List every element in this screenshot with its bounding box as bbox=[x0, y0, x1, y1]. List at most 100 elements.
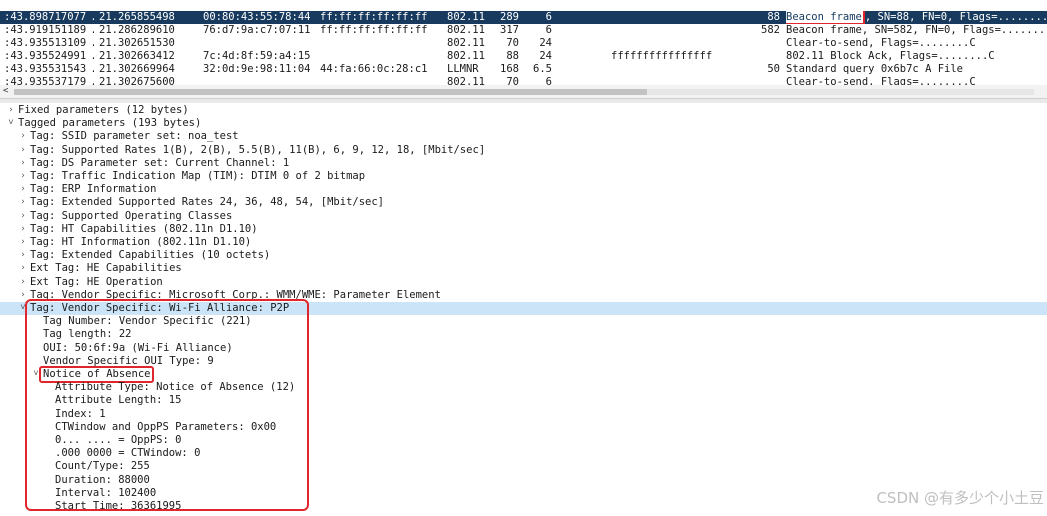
packet-relative-time-cell: 21.302669964 bbox=[99, 63, 175, 75]
packet-length-cell: 168 bbox=[500, 63, 519, 75]
packet-time-cell: :43.898717077 … bbox=[4, 11, 94, 23]
detail-tree-row[interactable]: ˅ Tag: Vendor Specific: Wi-Fi Alliance: P… bbox=[0, 302, 1047, 316]
detail-tree-label: Tag: Extended Supported Rates 24, 36, 48… bbox=[30, 196, 385, 209]
packet-column-7-cell: 24 bbox=[539, 37, 552, 49]
packet-row[interactable]: :43.935513109 … 21.302651530 802.11 70 24 Cle… bbox=[0, 37, 1047, 50]
detail-tree-label: Tagged parameters (193 bytes) bbox=[18, 117, 202, 130]
detail-tree-label: .000 0000 = CTWindow: 0 bbox=[55, 447, 201, 460]
detail-tree-row[interactable]: › Tag: HT Capabilities (802.11n D1.10) bbox=[0, 223, 1047, 236]
packet-length-cell: 70 bbox=[506, 37, 519, 49]
detail-tree-row[interactable]: › Tag: Vendor Specific: Microsoft Corp.: … bbox=[0, 289, 1047, 302]
collapsed-chevron-icon[interactable]: › bbox=[18, 130, 28, 143]
collapsed-chevron-icon[interactable]: › bbox=[18, 249, 28, 262]
packet-info-cell: 802.11 Block Ack, Flags=........C bbox=[786, 50, 1047, 63]
packet-info-text: , SN=88, FN=0, Flags=........C, BI= bbox=[864, 11, 1047, 23]
packet-column-7-cell: 6 bbox=[545, 11, 552, 23]
packet-source-cell: 32:0d:9e:98:11:04 bbox=[203, 63, 311, 75]
packet-destination-cell: 44:fa:66:0c:28:c1 bbox=[320, 63, 428, 75]
detail-tree-label: Fixed parameters (12 bytes) bbox=[18, 104, 189, 116]
detail-tree-row[interactable]: › Tag: Extended Capabilities (10 octets) bbox=[0, 249, 1047, 262]
scrollbar-thumb[interactable] bbox=[14, 89, 647, 95]
expanded-chevron-icon[interactable]: ˅ bbox=[6, 117, 16, 130]
detail-tree-label: Tag length: 22 bbox=[43, 328, 132, 341]
collapsed-chevron-icon[interactable]: › bbox=[6, 104, 16, 117]
collapsed-chevron-icon[interactable]: › bbox=[18, 157, 28, 170]
expanded-chevron-icon[interactable]: ˅ bbox=[18, 302, 28, 315]
packet-sequence-cell: 582 bbox=[761, 24, 780, 36]
collapsed-chevron-icon[interactable]: › bbox=[18, 144, 28, 157]
detail-tree-row[interactable]: Index: 1 bbox=[0, 408, 1047, 421]
detail-tree-row[interactable]: CTWindow and OppPS Parameters: 0x00 bbox=[0, 421, 1047, 434]
collapsed-chevron-icon[interactable]: › bbox=[18, 210, 28, 223]
packet-info-cell: Standard query 0x6b7c A File bbox=[786, 63, 1047, 76]
detail-tree-row[interactable]: ˅ Notice of Absence bbox=[0, 366, 1047, 384]
detail-tree-row[interactable]: › Ext Tag: HE Operation bbox=[0, 276, 1047, 289]
packet-column-7-cell: 6.5 bbox=[533, 63, 552, 75]
collapsed-chevron-icon[interactable]: › bbox=[18, 196, 28, 209]
detail-tree-row[interactable]: Tag length: 22 bbox=[0, 328, 1047, 341]
detail-tree-row[interactable]: › Ext Tag: HE Capabilities bbox=[0, 262, 1047, 275]
packet-time-cell: :43.935531543 … bbox=[4, 63, 94, 75]
packet-list-top-edge bbox=[0, 0, 1047, 11]
collapsed-chevron-icon[interactable]: › bbox=[18, 276, 28, 289]
detail-tree-label: Start Time: 36361995 bbox=[55, 500, 182, 512]
packet-info-cell: Clear-to-send, Flags=........C bbox=[786, 37, 1047, 50]
detail-tree-row[interactable]: ˅ Tagged parameters (193 bytes) bbox=[0, 117, 1047, 130]
detail-tree-row[interactable]: › Tag: SSID parameter set: noa_test bbox=[0, 130, 1047, 143]
packet-relative-time-cell: 21.265855498 bbox=[99, 11, 175, 23]
collapsed-chevron-icon[interactable]: › bbox=[18, 289, 28, 302]
detail-tree-row[interactable]: Attribute Type: Notice of Absence (12) bbox=[0, 381, 1047, 394]
packet-info-text: Clear-to-send, Flags=........C bbox=[786, 37, 976, 49]
detail-tree-label: Tag Number: Vendor Specific (221) bbox=[43, 315, 252, 328]
packet-sequence-cell bbox=[736, 50, 780, 63]
detail-tree-row[interactable]: Vendor Specific OUI Type: 9 bbox=[0, 355, 1047, 368]
packet-sequence-cell: 50 bbox=[767, 63, 780, 75]
packet-row[interactable]: :43.935524991 … 21.302663412 7c:4d:8f:59:a… bbox=[0, 50, 1047, 63]
detail-tree-row[interactable]: › Fixed parameters (12 bytes) bbox=[0, 104, 1047, 117]
detail-tree-label: Attribute Length: 15 bbox=[55, 394, 182, 407]
detail-tree-row[interactable]: OUI: 50:6f:9a (Wi-Fi Alliance) bbox=[0, 342, 1047, 355]
detail-tree-row[interactable]: › Tag: DS Parameter set: Current Channel:… bbox=[0, 157, 1047, 170]
detail-tree-row[interactable]: › Tag: ERP Information bbox=[0, 183, 1047, 196]
collapsed-chevron-icon[interactable]: › bbox=[18, 262, 28, 275]
packet-row[interactable]: :43.898717077 … 21.265855498 00:80:43:55:7… bbox=[0, 11, 1047, 24]
packet-sequence-cell: 88 bbox=[767, 11, 780, 23]
detail-tree-row[interactable]: Count/Type: 255 bbox=[0, 460, 1047, 473]
packet-info-cell: Beacon frame, SN=88, FN=0, Flags=.......… bbox=[786, 11, 1047, 24]
detail-tree-label: Tag: ERP Information bbox=[30, 183, 157, 196]
packet-sequence-cell bbox=[736, 37, 780, 50]
packet-list-horizontal-scrollbar[interactable]: < bbox=[0, 85, 1047, 98]
collapsed-chevron-icon[interactable]: › bbox=[18, 170, 28, 183]
detail-tree-row[interactable]: › Tag: Traffic Indication Map (TIM): DTIM… bbox=[0, 170, 1047, 183]
detail-tree-row[interactable]: Duration: 88000 bbox=[0, 474, 1047, 487]
collapsed-chevron-icon[interactable]: › bbox=[18, 223, 28, 236]
packet-time-cell: :43.935513109 … bbox=[4, 37, 94, 49]
packet-info-cell: Beacon frame, SN=582, FN=0, Flags=......… bbox=[786, 24, 1047, 37]
detail-tree-row[interactable]: Tag Number: Vendor Specific (221) bbox=[0, 315, 1047, 328]
packet-source-cell: 76:d7:9a:c7:07:11 bbox=[203, 24, 311, 36]
packet-source-cell: 00:80:43:55:78:44 bbox=[203, 11, 311, 23]
packet-row[interactable]: :43.935531543 … 21.302669964 32:0d:9e:98:1… bbox=[0, 63, 1047, 76]
packet-column-8-cell: ffffffffffffffff bbox=[611, 50, 713, 62]
collapsed-chevron-icon[interactable]: › bbox=[18, 236, 28, 249]
packet-time-cell: :43.935524991 … bbox=[4, 50, 94, 62]
packet-length-cell: 317 bbox=[500, 24, 519, 36]
collapsed-chevron-icon[interactable]: › bbox=[18, 183, 28, 196]
detail-tree-row[interactable]: Attribute Length: 15 bbox=[0, 394, 1047, 407]
watermark: CSDN @有多少个小土豆 bbox=[876, 489, 1044, 507]
packet-row[interactable]: :43.919151189 … 21.286289610 76:d7:9a:c7:0… bbox=[0, 24, 1047, 37]
detail-tree-row[interactable]: 0... .... = OppPS: 0 bbox=[0, 434, 1047, 447]
detail-tree-label: OUI: 50:6f:9a (Wi-Fi Alliance) bbox=[43, 341, 233, 354]
detail-tree-label: Count/Type: 255 bbox=[55, 460, 150, 473]
detail-tree-label: Interval: 102400 bbox=[55, 486, 157, 499]
detail-tree-row[interactable]: › Tag: Supported Operating Classes bbox=[0, 210, 1047, 223]
packet-column-8-cell bbox=[611, 11, 741, 24]
packet-info-text: Standard query 0x6b7c A File bbox=[786, 63, 964, 75]
detail-tree-label: Tag: HT Information (802.11n D1.10) bbox=[30, 236, 252, 248]
detail-tree-row[interactable]: .000 0000 = CTWindow: 0 bbox=[0, 447, 1047, 460]
scroll-left-arrow-icon[interactable]: < bbox=[3, 85, 8, 98]
packet-column-8-cell bbox=[611, 37, 741, 50]
detail-tree-row[interactable]: › Tag: Extended Supported Rates 24, 36, 4… bbox=[0, 196, 1047, 209]
detail-tree-row[interactable]: › Tag: HT Information (802.11n D1.10) bbox=[0, 236, 1047, 249]
detail-tree-row[interactable]: › Tag: Supported Rates 1(B), 2(B), 5.5(B)… bbox=[0, 144, 1047, 157]
